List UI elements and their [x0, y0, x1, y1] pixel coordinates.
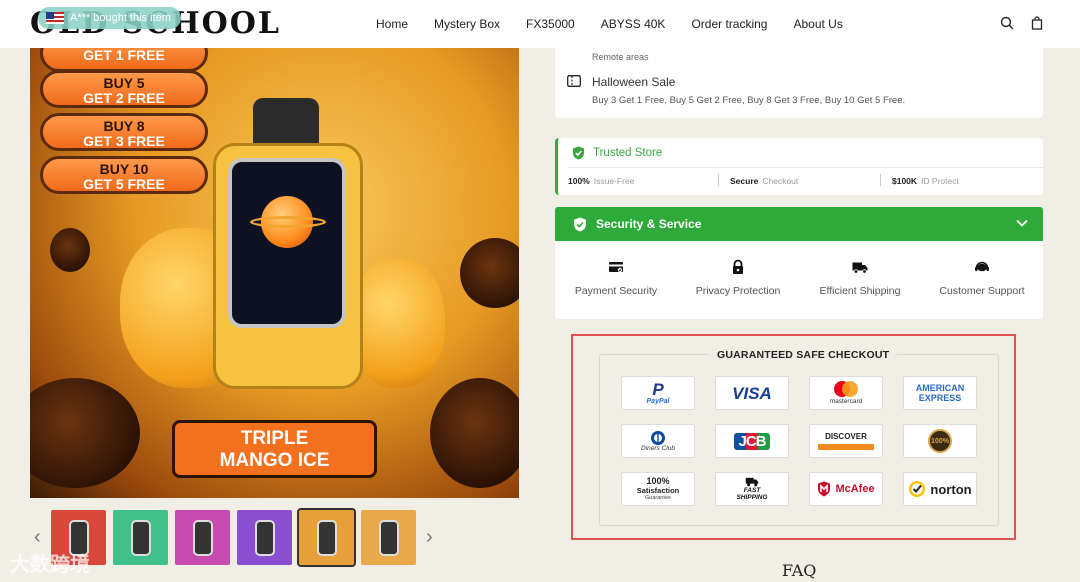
card-icon: [609, 262, 623, 273]
norton-badge: norton: [903, 472, 977, 506]
shield-check-icon: [573, 146, 584, 160]
security-service-panel: Payment Security Privacy Protection Effi…: [555, 241, 1043, 319]
sale-title: Halloween Sale: [592, 75, 676, 89]
thumbnail-strip: [51, 508, 416, 567]
thumbnail-active[interactable]: [297, 508, 356, 567]
promo-badge: GET 1 FREE: [40, 48, 208, 72]
thumb-next-button[interactable]: ›: [426, 526, 433, 549]
pumpkin-decoration: [430, 378, 519, 488]
faq-heading: FAQ: [782, 561, 817, 580]
promo-badge: BUY 10 GET 5 FREE: [40, 156, 208, 194]
thumbnail[interactable]: [361, 510, 416, 565]
nav-home[interactable]: Home: [376, 17, 408, 31]
security-service-toggle[interactable]: Security & Service: [555, 207, 1043, 241]
safe-checkout-title: GUARANTEED SAFE CHECKOUT: [709, 346, 898, 364]
paypal-badge: P PayPal: [621, 376, 695, 410]
lock-icon: [733, 259, 743, 274]
ticket-icon: [567, 75, 581, 87]
security-title: Security & Service: [596, 217, 702, 231]
service-privacy-protection: Privacy Protection: [677, 259, 799, 297]
thumbnail[interactable]: [113, 510, 168, 565]
visa-badge: VISA: [715, 376, 789, 410]
planet-ring: [250, 216, 326, 228]
jcb-badge: JCB: [715, 424, 789, 458]
promo-badge: BUY 8 GET 3 FREE: [40, 113, 208, 151]
trusted-store-card: Trusted Store 100% Issue-Free Secure Check…: [555, 138, 1043, 195]
norton-check-icon: [909, 481, 926, 497]
pumpkin-decoration: [460, 238, 519, 308]
metric-id-protect: $100K ID Protect: [892, 176, 959, 186]
headset-icon: [975, 261, 989, 272]
mcafee-shield-icon: [818, 481, 831, 497]
thumbnail[interactable]: [237, 510, 292, 565]
flavor-label: TRIPLE MANGO ICE: [172, 420, 377, 478]
notification-text: A*** bought this item: [70, 12, 171, 24]
diners-club-badge: Diners Club: [621, 424, 695, 458]
fast-shipping-badge: FAST SHIPPING: [715, 472, 789, 506]
site-header: OLD SCHOOL A*** bought this item Home My…: [0, 0, 1080, 48]
main-nav: Home Mystery Box FX35000 ABYSS 40K Order…: [376, 0, 843, 48]
mango-image: [350, 258, 445, 388]
mcafee-badge: McAfee: [809, 472, 883, 506]
thumbnail[interactable]: [175, 510, 230, 565]
nav-abyss-40k[interactable]: ABYSS 40K: [601, 17, 666, 31]
pumpkin-decoration: [30, 378, 140, 488]
truck-icon: [745, 477, 759, 487]
mastercard-badge: mastercard: [809, 376, 883, 410]
nav-fx35000[interactable]: FX35000: [526, 17, 575, 31]
nav-order-tracking[interactable]: Order tracking: [691, 17, 767, 31]
shipping-subtext: Remote areas: [592, 52, 649, 62]
nav-mystery-box[interactable]: Mystery Box: [434, 17, 500, 31]
metric-issue-free: 100% Issue-Free: [568, 176, 635, 186]
trusted-title: Trusted Store: [593, 147, 663, 159]
product-main-image[interactable]: GET 1 FREE BUY 5 GET 2 FREE BUY 8 GET 3 …: [30, 48, 519, 498]
discover-badge: DISCOVER: [809, 424, 883, 458]
search-icon[interactable]: [1000, 16, 1014, 30]
purchase-notification[interactable]: A*** bought this item: [38, 7, 181, 29]
shield-check-icon: [574, 217, 586, 231]
promo-badge: BUY 5 GET 2 FREE: [40, 70, 208, 108]
owl-decoration: [50, 228, 90, 272]
amex-badge: AMERICAN EXPRESS: [903, 376, 977, 410]
device-mouthpiece: [253, 98, 319, 148]
service-customer-support: Customer Support: [921, 259, 1043, 297]
truck-icon: [852, 262, 868, 274]
chevron-down-icon[interactable]: [1015, 216, 1029, 230]
watermark: 大数跨境: [10, 554, 90, 576]
seal-100-badge: 100%: [903, 424, 977, 458]
thumb-prev-button[interactable]: ‹: [34, 526, 41, 549]
mastercard-circles-icon: [834, 381, 858, 398]
us-flag-icon: [46, 12, 64, 24]
diners-icon: [651, 430, 665, 445]
service-efficient-shipping: Efficient Shipping: [799, 259, 921, 297]
bag-icon[interactable]: [1030, 16, 1044, 30]
nav-about-us[interactable]: About Us: [793, 17, 842, 31]
service-payment-security: Payment Security: [555, 259, 677, 297]
satisfaction-guarantee-badge: 100% Satisfaction Guarantee: [621, 472, 695, 506]
metric-secure-checkout: Secure Checkout: [730, 176, 799, 186]
sale-description: Buy 3 Get 1 Free, Buy 5 Get 2 Free, Buy …: [592, 95, 906, 106]
